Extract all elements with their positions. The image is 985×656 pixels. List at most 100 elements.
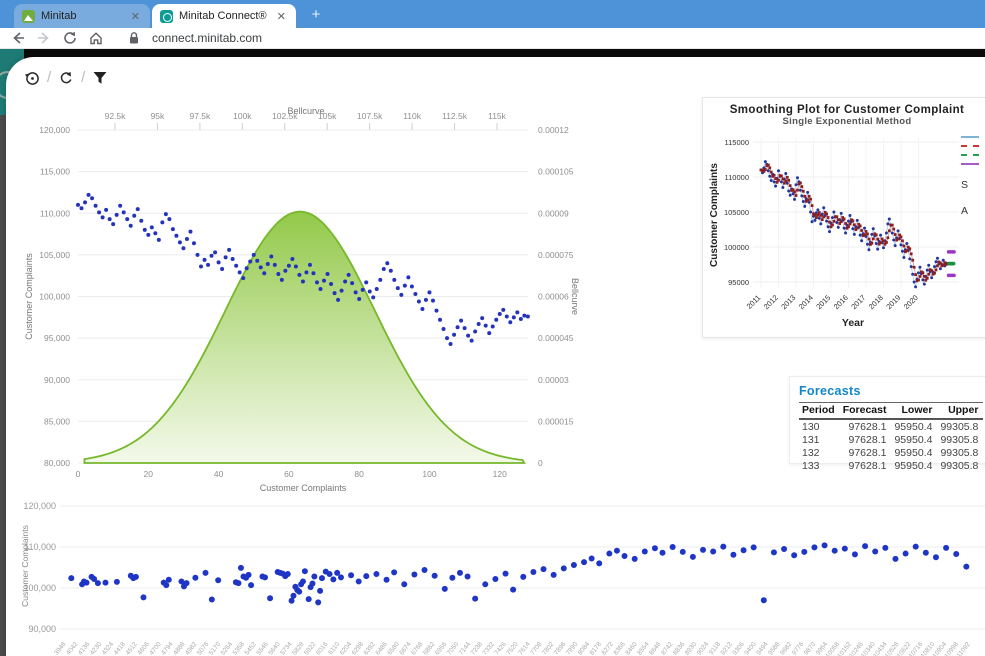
forecast-cell: 97628.1 [840, 419, 892, 433]
table-row: 13197628.195950.499305.8 [799, 433, 983, 446]
svg-text:9024: 9024 [696, 641, 711, 656]
svg-text:2015: 2015 [814, 293, 832, 311]
svg-text:2018: 2018 [867, 293, 885, 311]
svg-text:115,000: 115,000 [40, 167, 70, 177]
legend-pi-swatch [961, 163, 979, 165]
svg-text:0.00012: 0.00012 [538, 125, 569, 135]
forecast-cell: 97628.1 [840, 433, 892, 446]
back-icon[interactable] [10, 30, 26, 46]
filter-icon[interactable] [92, 70, 108, 86]
svg-text:2012: 2012 [762, 293, 780, 311]
tab-title: Minitab Connect® - connect.min [179, 10, 269, 22]
svg-text:2014: 2014 [797, 293, 815, 311]
minitab-favicon-icon [22, 10, 35, 23]
table-row: 13397628.195950.499305.8 [799, 459, 983, 472]
svg-text:0.000075: 0.000075 [538, 250, 574, 260]
view-toolbar: / / [24, 69, 108, 86]
tab-title: Minitab [41, 10, 123, 22]
svg-text:0.00006: 0.00006 [538, 292, 569, 302]
svg-text:Customer Complaints: Customer Complaints [24, 253, 34, 340]
forecast-cell: 95950.4 [891, 419, 937, 433]
svg-text:2016: 2016 [832, 293, 850, 311]
tab-minitab-connect[interactable]: Minitab Connect® - connect.min ✕ [152, 4, 296, 28]
new-tab-button[interactable]: + [306, 5, 326, 25]
close-icon[interactable]: ✕ [275, 10, 288, 23]
svg-text:95,000: 95,000 [44, 333, 70, 343]
minitab-connect-favicon-icon [160, 10, 173, 23]
bottom-scatter-chart: 120,000110,000100,00090,000Customer Comp… [16, 494, 985, 656]
svg-text:100k: 100k [233, 111, 252, 121]
forecast-col-header: Lower [891, 403, 937, 420]
forecast-col-header: Forecast [840, 403, 892, 420]
svg-text:90,000: 90,000 [44, 375, 70, 385]
toolbar-divider: / [81, 69, 85, 86]
reload-icon[interactable] [62, 30, 78, 46]
browser-tab-bar: Minitab ✕ Minitab Connect® - connect.min… [0, 0, 985, 28]
svg-text:92.5k: 92.5k [105, 111, 127, 121]
svg-text:110k: 110k [403, 111, 422, 121]
svg-text:2011: 2011 [745, 293, 763, 311]
forecast-cell: 133 [799, 459, 840, 472]
svg-text:110000: 110000 [725, 173, 749, 182]
svg-text:120,000: 120,000 [23, 501, 56, 511]
svg-text:80: 80 [354, 469, 364, 479]
forecast-cell: 130 [799, 419, 840, 433]
svg-text:11092: 11092 [956, 641, 973, 656]
bellcurve-chart: 120,000 115,000 110,000 105,000 100,000 95,00… [20, 98, 680, 498]
svg-text:0.000015: 0.000015 [538, 416, 574, 426]
legend-fits-swatch [961, 145, 979, 147]
forecast-cell: 95950.4 [891, 446, 937, 459]
svg-text:2017: 2017 [849, 293, 867, 311]
table-row: 13097628.195950.499305.8 [799, 419, 983, 433]
tab-minitab[interactable]: Minitab ✕ [14, 4, 150, 28]
forecasts-title: Forecasts [799, 384, 985, 398]
refresh-icon[interactable] [58, 70, 74, 86]
lock-icon [126, 30, 142, 46]
minitab-connect-page: Minitab ✕ Minitab Connect® - connect.min… [0, 0, 985, 656]
legend-text-fragment: A [961, 205, 985, 217]
url-text[interactable]: connect.minitab.com [152, 31, 262, 45]
svg-text:0.00009: 0.00009 [538, 208, 569, 218]
svg-text:120: 120 [493, 469, 507, 479]
forecast-cell: 99305.8 [937, 459, 983, 472]
svg-text:Year: Year [842, 317, 864, 329]
svg-text:97.5k: 97.5k [189, 111, 211, 121]
svg-text:2019: 2019 [884, 293, 902, 311]
svg-text:100000: 100000 [724, 243, 749, 252]
forecast-cell: 99305.8 [937, 446, 983, 459]
svg-text:60: 60 [284, 469, 294, 479]
svg-text:120,000: 120,000 [39, 125, 70, 135]
svg-text:105k: 105k [318, 111, 337, 121]
forecast-col-header: Period [799, 403, 840, 420]
svg-text:105,000: 105,000 [39, 250, 70, 260]
forecast-cell: 95950.4 [891, 433, 937, 446]
svg-text:0: 0 [76, 469, 81, 479]
svg-text:20: 20 [144, 469, 154, 479]
svg-text:107.5k: 107.5k [357, 111, 383, 121]
forecast-cell: 97628.1 [840, 459, 892, 472]
history-icon[interactable] [24, 70, 40, 86]
home-icon[interactable] [88, 30, 104, 46]
svg-text:110,000: 110,000 [40, 208, 70, 218]
svg-text:90,000: 90,000 [28, 624, 56, 634]
svg-text:115k: 115k [488, 111, 507, 121]
svg-text:85,000: 85,000 [44, 416, 70, 426]
svg-text:95000: 95000 [728, 278, 749, 287]
forward-icon[interactable] [36, 30, 52, 46]
forecast-cell: 131 [799, 433, 840, 446]
forecast-col-header: Upper [937, 403, 983, 420]
svg-text:Customer Complaints: Customer Complaints [20, 525, 30, 607]
svg-text:100,000: 100,000 [39, 292, 70, 302]
svg-text:6016: 6016 [315, 641, 330, 656]
browser-url-bar: connect.minitab.com [0, 28, 985, 49]
svg-text:105000: 105000 [724, 208, 749, 217]
svg-text:0.000045: 0.000045 [538, 333, 574, 343]
close-icon[interactable]: ✕ [129, 10, 142, 23]
toolbar-divider: / [47, 69, 51, 86]
svg-text:102.5k: 102.5k [272, 111, 298, 121]
svg-text:0.000105: 0.000105 [538, 167, 574, 177]
svg-text:0: 0 [538, 458, 543, 468]
svg-text:0.00003: 0.00003 [538, 375, 569, 385]
forecasts-panel: Forecasts PeriodForecastLowerUpper130976… [789, 376, 985, 464]
svg-text:95k: 95k [151, 111, 165, 121]
